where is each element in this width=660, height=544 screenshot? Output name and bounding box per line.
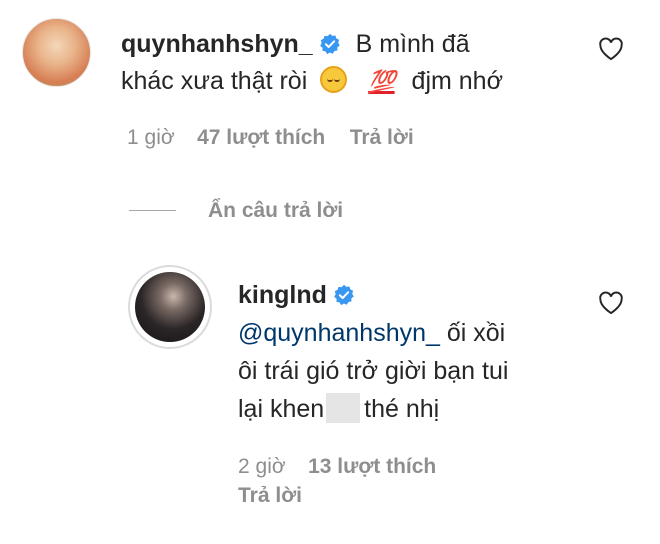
reply1-likes[interactable]: 13 lượt thích [308,455,436,478]
heart-outline-icon [599,37,623,61]
like-button-reply1[interactable] [598,291,624,320]
pensive-face-emoji-icon [320,66,348,93]
heart-outline-icon [599,291,623,315]
verified-badge-icon [333,279,355,306]
reply-body: kinglnd @quynhanhshyn_ ối xồi ôi trái gi… [238,276,588,428]
comment-text-line1: B mình đã [355,30,470,58]
hide-replies-button[interactable]: Ẩn câu trả lời [208,199,343,223]
avatar-kinglnd[interactable] [135,272,205,342]
reply1-time[interactable]: 2 giờ [238,455,286,478]
comment1-likes[interactable]: 47 lượt thích [197,126,325,149]
reply-text-line3-post: thé nhị [364,395,440,423]
reply1-meta: 2 giờ 13 lượt thích [238,455,436,479]
comment-username[interactable]: quynhanhshyn_ [121,30,313,58]
comment-text-line2: khác xưa thật ròi [121,67,308,95]
comment-body: quynhanhshyn_ B mình đã khác xưa thật rò… [121,26,591,100]
reply-text-line1: ối xồi [439,319,506,347]
reply-username[interactable]: kinglnd [238,281,327,309]
verified-badge-icon [319,29,341,55]
reply-text: kinglnd @quynhanhshyn_ ối xồi ôi trái gi… [238,276,588,428]
comment1-time[interactable]: 1 giờ [127,126,175,149]
like-button-comment1[interactable] [598,37,624,66]
comment1-meta: 1 giờ 47 lượt thích Trả lời [127,126,414,150]
hundred-points-emoji-icon: 💯 [368,69,395,94]
comment-text-line2-post: đjm nhớ [411,67,503,95]
reply1-reply-button[interactable]: Trả lời [238,484,302,508]
avatar-quynhanhshyn[interactable] [22,18,91,87]
reply-mention-link[interactable]: @quynhanhshyn_ [238,319,440,347]
comment1-reply-button[interactable]: Trả lời [350,126,414,149]
replies-divider [129,210,176,211]
reply-text-line2: ôi trái gió trở giời bạn tui [238,357,509,385]
reply-text-line3: lại khen [238,395,325,423]
comment-text: quynhanhshyn_ B mình đã khác xưa thật rò… [121,26,591,100]
censored-word [326,393,361,423]
